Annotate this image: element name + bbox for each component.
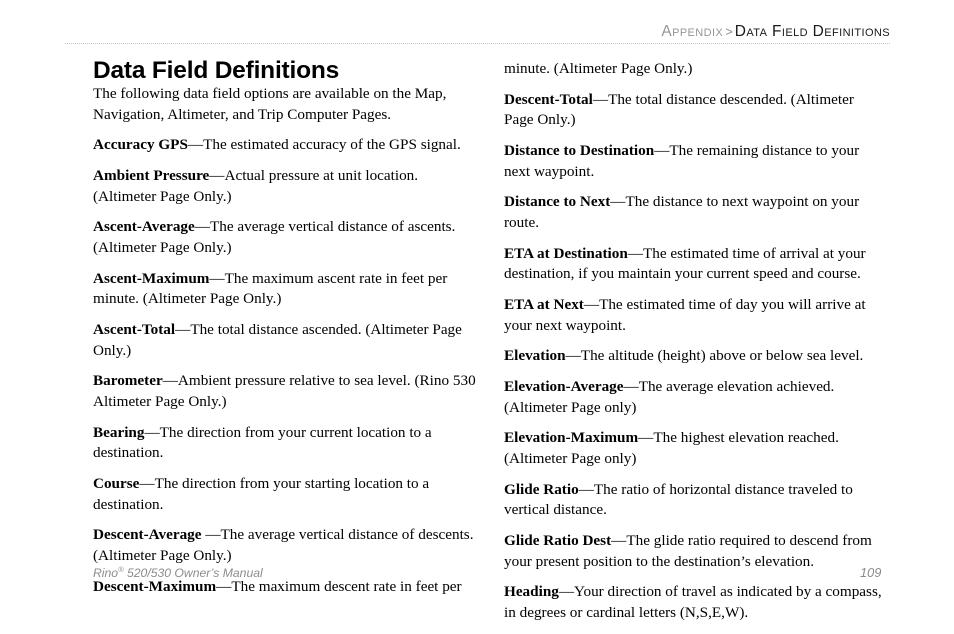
definition-term: ETA at Next	[504, 296, 584, 314]
breadcrumb-parent: Appendix	[661, 23, 724, 40]
definition-term: Descent-Average	[93, 526, 202, 544]
definition-term: Elevation-Average	[504, 378, 624, 396]
definition-term: Heading	[504, 583, 559, 601]
definition-term: Elevation	[504, 347, 566, 365]
running-header: Appendix > Data Field Definitions	[65, 23, 890, 41]
definition-entry: ETA at Destination—The estimated time of…	[504, 244, 887, 285]
footer-manual-title: Rino® 520/530 Owner’s Manual	[93, 565, 263, 580]
definition-continuation: minute. (Altimeter Page Only.)	[504, 60, 693, 77]
definition-term: Glide Ratio Dest	[504, 532, 612, 550]
definition-text: —The estimated accuracy of the GPS signa…	[187, 136, 461, 154]
breadcrumb-separator: >	[725, 24, 733, 39]
definition-term: Course	[93, 475, 140, 493]
definition-term: ETA at Destination	[504, 244, 628, 262]
definition-term: Bearing	[93, 423, 145, 441]
definition-term: Accuracy GPS	[93, 136, 188, 154]
definition-term: Ascent-Total	[93, 321, 176, 339]
page-title: Data Field Definitions	[93, 57, 340, 84]
definition-term: Ascent-Maximum	[93, 269, 210, 287]
definition-term: Distance to Destination	[504, 142, 655, 160]
definition-entry: Course—The direction from your starting …	[93, 474, 476, 515]
definition-entry: Ascent-Maximum—The maximum ascent rate i…	[93, 269, 476, 310]
header-divider-rule	[65, 43, 890, 45]
definition-text: —The altitude (height) above or below se…	[565, 347, 864, 365]
breadcrumb-current: Data Field Definitions	[734, 23, 890, 40]
definition-entry: Elevation—The altitude (height) above or…	[504, 346, 887, 367]
definition-term: Descent-Total	[504, 90, 593, 108]
column-left: The following data field options are ava…	[93, 84, 476, 607]
definition-term: Ambient Pressure	[93, 167, 210, 185]
definition-entry: Glide Ratio Dest—The glide ratio require…	[504, 531, 887, 572]
definition-text: —Your direction of travel as indicated b…	[504, 583, 882, 622]
definition-entry: Ascent-Total—The total distance ascended…	[93, 320, 476, 361]
definition-text: —The maximum descent rate in feet per	[216, 577, 462, 595]
definition-entry: Accuracy GPS—The estimated accuracy of t…	[93, 135, 476, 156]
definition-text: —The direction from your starting locati…	[93, 475, 430, 513]
definition-entry: Elevation-Average—The average elevation …	[504, 377, 887, 418]
footer-manual-brand: Rino	[93, 566, 119, 581]
definition-term: Glide Ratio	[504, 480, 579, 498]
definition-entry: Distance to Destination—The remaining di…	[504, 141, 887, 182]
definition-term: Ascent-Average	[93, 218, 195, 236]
definition-text: —The direction from your current locatio…	[93, 423, 432, 462]
definition-entry: Ascent-Average—The average vertical dist…	[93, 217, 476, 258]
column-right: minute. (Altimeter Page Only.) Descent-T…	[504, 59, 887, 634]
definition-entry: Heading—Your direction of travel as indi…	[504, 582, 887, 623]
definition-entry: Bearing—The direction from your current …	[93, 423, 476, 464]
definition-term: Descent-Maximum	[93, 577, 217, 595]
definition-term: Distance to Next	[504, 193, 611, 211]
definition-entry: ETA at Next—The estimated time of day yo…	[504, 295, 887, 336]
definition-term: Barometer	[93, 372, 163, 390]
definition-entry: Glide Ratio—The ratio of horizontal dist…	[504, 480, 887, 521]
definition-entry: Ambient Pressure—Actual pressure at unit…	[93, 166, 476, 207]
intro-paragraph: The following data field options are ava…	[93, 85, 447, 123]
definition-entry: Descent-Total—The total distance descend…	[504, 90, 887, 131]
definition-entry: Elevation-Maximum—The highest elevation …	[504, 428, 887, 469]
definition-term: Elevation-Maximum	[504, 429, 639, 447]
footer-page-number: 109	[860, 565, 882, 580]
definition-entry: Descent-Average —The average vertical di…	[93, 525, 476, 566]
definition-entry: Distance to Next—The distance to next wa…	[504, 192, 887, 233]
definition-entry: Barometer—Ambient pressure relative to s…	[93, 371, 476, 412]
footer-manual-rest: 520/530 Owner’s Manual	[123, 566, 263, 581]
